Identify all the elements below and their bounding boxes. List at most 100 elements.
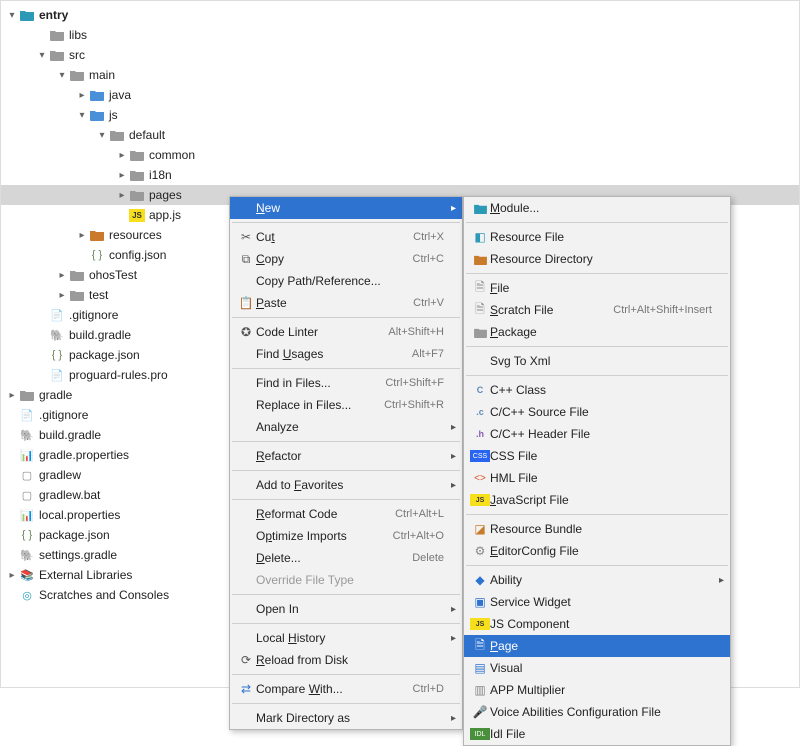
tree-item-libs[interactable]: libs xyxy=(1,25,799,45)
reload-icon: ⟳ xyxy=(236,652,256,668)
menu-label: Scratch File xyxy=(490,303,613,317)
menu-item-findinfiles[interactable]: Find in Files... Ctrl+Shift+F xyxy=(230,372,462,394)
tree-item-default[interactable]: ▾ default xyxy=(1,125,799,145)
menu-label: File xyxy=(490,281,712,295)
menu-item-resbundle[interactable]: ◪ Resource Bundle xyxy=(464,518,730,540)
menu-item-reload[interactable]: ⟳ Reload from Disk xyxy=(230,649,462,671)
widget-icon: ▣ xyxy=(470,594,490,610)
copy-icon: ⧉ xyxy=(236,251,256,267)
blank-icon xyxy=(236,273,256,289)
resource-file-icon: ◧ xyxy=(470,229,490,245)
menu-item-cppclass[interactable]: C C++ Class xyxy=(464,379,730,401)
menu-label: Delete... xyxy=(256,551,412,565)
menu-item-analyze[interactable]: Analyze ▸ xyxy=(230,416,462,438)
c-source-icon: .c xyxy=(470,404,490,420)
menu-item-voice[interactable]: 🎤 Voice Abilities Configuration File xyxy=(464,701,730,723)
menu-label: Replace in Files... xyxy=(256,398,384,412)
tree-label: src xyxy=(69,45,85,65)
blank-icon xyxy=(236,710,256,726)
blank-icon xyxy=(470,353,490,369)
tree-item-common[interactable]: ▸ common xyxy=(1,145,799,165)
menu-item-resfile[interactable]: ◧ Resource File xyxy=(464,226,730,248)
menu-item-optimize[interactable]: Optimize Imports Ctrl+Alt+O xyxy=(230,525,462,547)
menu-item-editorcfg[interactable]: ⚙ EditorConfig File xyxy=(464,540,730,562)
menu-label: Local History xyxy=(256,631,444,645)
menu-item-new[interactable]: New ▸ xyxy=(230,197,462,219)
menu-separator xyxy=(466,346,728,347)
menu-item-replaceinfiles[interactable]: Replace in Files... Ctrl+Shift+R xyxy=(230,394,462,416)
tree-item-java[interactable]: ▸ java xyxy=(1,85,799,105)
tree-label: config.json xyxy=(109,245,166,265)
menu-item-delete[interactable]: Delete... Delete xyxy=(230,547,462,569)
menu-item-cheader[interactable]: .h C/C++ Header File xyxy=(464,423,730,445)
menu-item-refactor[interactable]: Refactor ▸ xyxy=(230,445,462,467)
editorconfig-icon: ⚙ xyxy=(470,543,490,559)
menu-label: APP Multiplier xyxy=(490,683,712,697)
menu-separator xyxy=(232,674,460,675)
menu-item-localhist[interactable]: Local History ▸ xyxy=(230,627,462,649)
tree-item-js[interactable]: ▾ js xyxy=(1,105,799,125)
menu-label: Optimize Imports xyxy=(256,529,393,543)
menu-item-jsfile[interactable]: JS JavaScript File xyxy=(464,489,730,511)
menu-label: Package xyxy=(490,325,712,339)
menu-item-copypath[interactable]: Copy Path/Reference... xyxy=(230,270,462,292)
menu-item-idl[interactable]: IDL Idl File xyxy=(464,723,730,745)
menu-item-markdir[interactable]: Mark Directory as ▸ xyxy=(230,707,462,729)
chevron-right-icon: ▸ xyxy=(451,633,456,644)
menu-item-resdir[interactable]: Resource Directory xyxy=(464,248,730,270)
menu-item-module[interactable]: Module... xyxy=(464,197,730,219)
menu-item-jscomp[interactable]: JS JS Component xyxy=(464,613,730,635)
tree-label: i18n xyxy=(149,165,172,185)
menu-item-addfav[interactable]: Add to Favorites ▸ xyxy=(230,474,462,496)
menu-label: New xyxy=(256,201,444,215)
folder-icon xyxy=(69,287,85,303)
folder-icon xyxy=(19,387,35,403)
tree-item-entry[interactable]: ▾ entry xyxy=(1,5,799,25)
menu-item-openin[interactable]: Open In ▸ xyxy=(230,598,462,620)
menu-shortcut: Ctrl+Alt+O xyxy=(393,530,444,542)
menu-item-page[interactable]: 🗎 Page xyxy=(464,635,730,657)
menu-item-visual[interactable]: ▤ Visual xyxy=(464,657,730,679)
chevron-right-icon: ▸ xyxy=(451,713,456,724)
json-file-icon: { } xyxy=(19,527,35,543)
menu-separator xyxy=(232,368,460,369)
shell-file-icon: ▢ xyxy=(19,467,35,483)
tree-item-main[interactable]: ▾ main xyxy=(1,65,799,85)
menu-item-cut[interactable]: ✂ Cut Ctrl+X xyxy=(230,226,462,248)
menu-label: Open In xyxy=(256,602,444,616)
menu-item-ability[interactable]: ◆ Ability ▸ xyxy=(464,569,730,591)
menu-separator xyxy=(232,594,460,595)
menu-item-findusages[interactable]: Find Usages Alt+F7 xyxy=(230,343,462,365)
menu-item-package[interactable]: Package xyxy=(464,321,730,343)
menu-item-compare[interactable]: ⇄ Compare With... Ctrl+D xyxy=(230,678,462,700)
menu-item-hml[interactable]: <> HML File xyxy=(464,467,730,489)
scratches-icon: ◎ xyxy=(19,587,35,603)
tree-item-src[interactable]: ▾ src xyxy=(1,45,799,65)
tree-label: package.json xyxy=(69,345,140,365)
menu-item-csource[interactable]: .c C/C++ Source File xyxy=(464,401,730,423)
file-icon: 📄 xyxy=(49,307,65,323)
menu-separator xyxy=(232,441,460,442)
bat-file-icon: ▢ xyxy=(19,487,35,503)
menu-shortcut: Ctrl+Shift+F xyxy=(385,377,444,389)
menu-item-codelinter[interactable]: ✪ Code Linter Alt+Shift+H xyxy=(230,321,462,343)
menu-item-copy[interactable]: ⧉ Copy Ctrl+C xyxy=(230,248,462,270)
menu-item-paste[interactable]: 📋 Paste Ctrl+V xyxy=(230,292,462,314)
menu-item-svg[interactable]: Svg To Xml xyxy=(464,350,730,372)
menu-label: Copy Path/Reference... xyxy=(256,274,444,288)
menu-item-file[interactable]: 🗎 File xyxy=(464,277,730,299)
menu-item-appmult[interactable]: ▥ APP Multiplier xyxy=(464,679,730,701)
menu-item-css[interactable]: CSS CSS File xyxy=(464,445,730,467)
menu-item-reformat[interactable]: Reformat Code Ctrl+Alt+L xyxy=(230,503,462,525)
tree-item-i18n[interactable]: ▸ i18n xyxy=(1,165,799,185)
menu-shortcut: Alt+Shift+H xyxy=(388,326,444,338)
library-icon: 📚 xyxy=(19,567,35,583)
tree-label: gradlew.bat xyxy=(39,485,100,505)
menu-label: JavaScript File xyxy=(490,493,712,507)
chevron-down-icon: ▾ xyxy=(95,129,109,141)
menu-shortcut: Alt+F7 xyxy=(412,348,444,360)
blank-icon xyxy=(236,448,256,464)
tree-label: .gitignore xyxy=(69,305,118,325)
menu-item-svcwidget[interactable]: ▣ Service Widget xyxy=(464,591,730,613)
menu-item-scratch[interactable]: 🗎 Scratch File Ctrl+Alt+Shift+Insert xyxy=(464,299,730,321)
